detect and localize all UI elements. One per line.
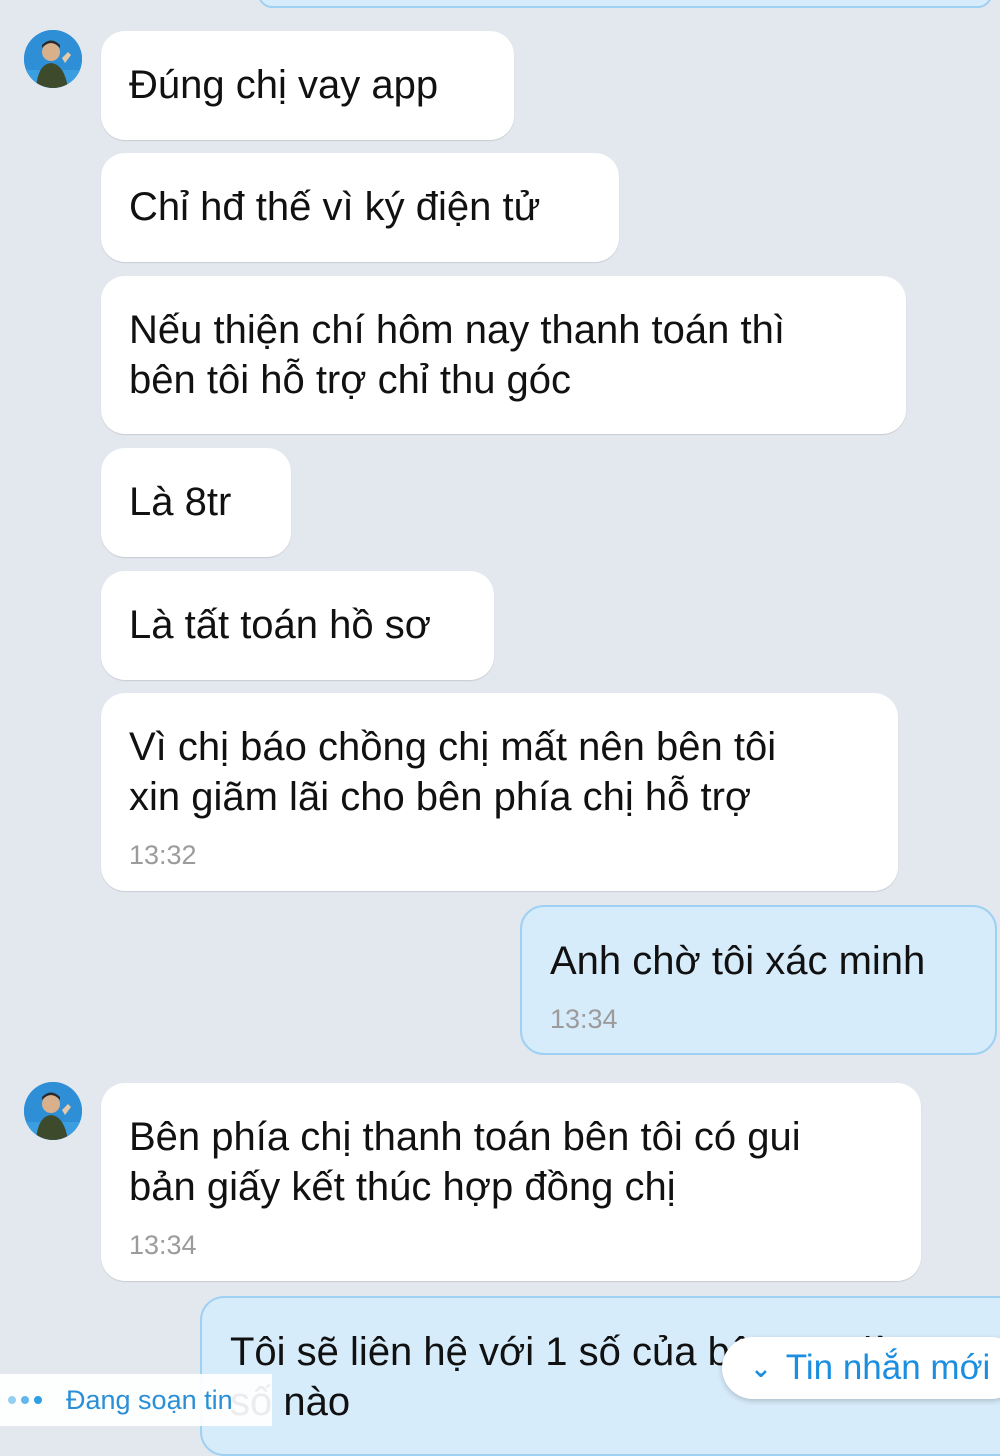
message-timestamp: 13:34 (129, 1230, 197, 1260)
message-bubble[interactable]: Vì chị báo chồng chị mất nên bên tôi xin… (101, 693, 898, 891)
message-text: Anh chờ tôi xác minh (550, 939, 926, 983)
message-timestamp: 13:34 (550, 1004, 618, 1034)
message-text: Chỉ hđ thế vì ký điện tử (129, 185, 541, 229)
new-message-label: Tin nhắn mới (785, 1348, 991, 1387)
message-text: Là 8tr (129, 480, 232, 524)
avatar-photo-icon (24, 1082, 82, 1140)
message-text: Bên phía chị thanh toán bên tôi có gui b… (129, 1115, 801, 1209)
message-text: Vì chị báo chồng chị mất nên bên tôi xin… (129, 725, 777, 819)
typing-dots-icon (8, 1396, 42, 1404)
avatar-photo-icon (24, 30, 82, 88)
message-text: Nếu thiện chí hôm nay thanh toán thì bên… (129, 308, 785, 402)
message-bubble[interactable]: Nếu thiện chí hôm nay thanh toán thì bên… (101, 276, 906, 434)
contact-avatar[interactable] (24, 1082, 82, 1140)
message-bubble[interactable]: Bên phía chị thanh toán bên tôi có gui b… (101, 1083, 921, 1281)
message-bubble[interactable]: Đúng chị vay app (101, 31, 514, 140)
previous-message-bubble-edge (258, 0, 992, 8)
message-text: Là tất toán hồ sơ (129, 603, 431, 647)
typing-indicator: Đang soạn tin (0, 1374, 272, 1426)
contact-avatar[interactable] (24, 30, 82, 88)
message-bubble[interactable]: Chỉ hđ thế vì ký điện tử (101, 153, 619, 262)
outgoing-message-bubble[interactable]: Anh chờ tôi xác minh 13:34 (520, 905, 997, 1055)
chevron-double-down-icon: ⌄ (750, 1352, 772, 1383)
new-message-button[interactable]: ⌄ Tin nhắn mới (722, 1337, 1000, 1399)
message-bubble[interactable]: Là 8tr (101, 448, 291, 557)
message-text: Đúng chị vay app (129, 63, 439, 107)
message-timestamp: 13:32 (129, 840, 197, 870)
typing-status-text: Đang soạn tin (66, 1384, 233, 1415)
message-bubble[interactable]: Là tất toán hồ sơ (101, 571, 494, 680)
